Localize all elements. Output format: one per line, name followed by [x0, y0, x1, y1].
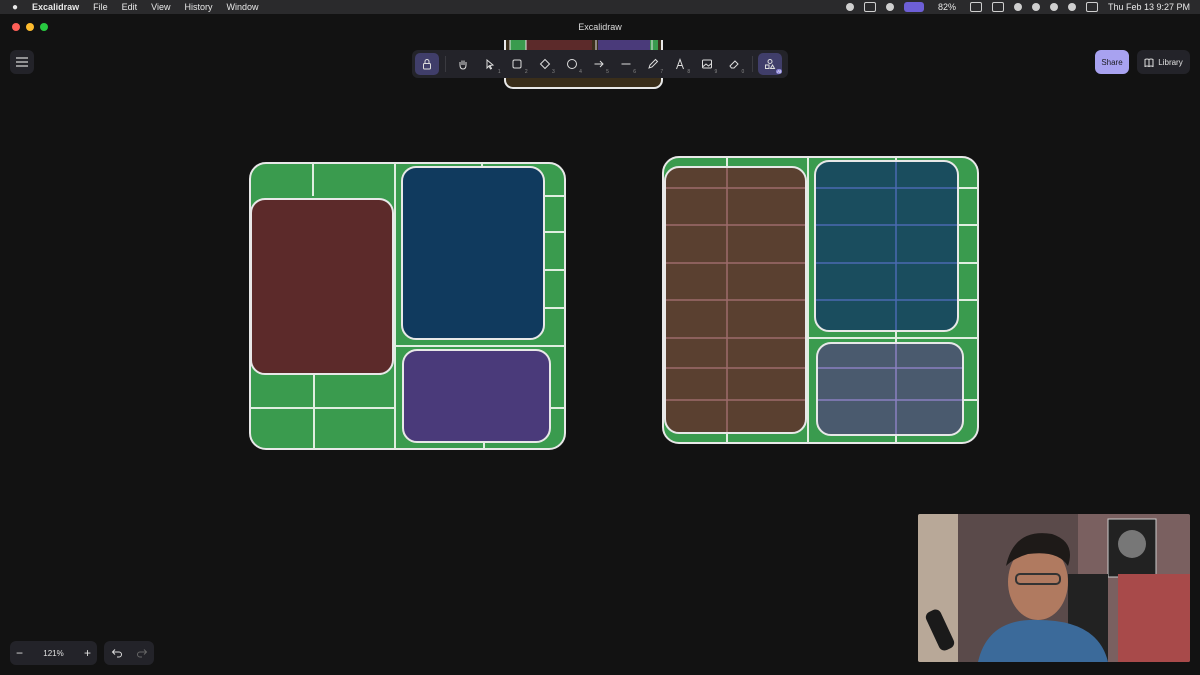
sync-icon[interactable] — [885, 3, 894, 11]
tool-lock[interactable] — [415, 53, 440, 75]
toolbar-separator — [751, 56, 753, 72]
pencil-icon — [648, 58, 659, 69]
tool-hand[interactable] — [451, 53, 475, 75]
menu-window[interactable]: Window — [226, 2, 258, 12]
display-icon[interactable] — [991, 2, 1004, 12]
user-icon[interactable] — [1049, 3, 1058, 11]
tool-arrow[interactable]: 5 — [586, 53, 610, 75]
redo-icon[interactable] — [136, 648, 148, 658]
ai-shapes-icon — [765, 59, 776, 69]
maroon-block — [250, 198, 394, 375]
webcam-video-image — [918, 514, 1190, 662]
slate-block — [816, 342, 964, 436]
navy-block — [401, 166, 545, 340]
toolbar-separator — [445, 56, 447, 72]
tool-rectangle[interactable]: 2 — [505, 53, 529, 75]
tool-ellipse[interactable]: 4 — [559, 53, 583, 75]
battery-percent: 82% — [937, 2, 956, 12]
tool-text[interactable]: 8 — [668, 53, 692, 75]
line-icon — [621, 63, 631, 65]
library-button[interactable]: Library — [1137, 50, 1190, 74]
clock[interactable]: Thu Feb 13 9:27 PM — [1108, 2, 1190, 12]
left-layout-group[interactable] — [249, 162, 566, 450]
diamond-icon — [539, 58, 550, 70]
menu-edit[interactable]: Edit — [122, 2, 138, 12]
lock-icon — [423, 59, 432, 70]
menu-history[interactable]: History — [184, 2, 212, 12]
status-icon[interactable] — [845, 3, 854, 11]
history-controls — [104, 641, 154, 665]
text-icon — [675, 58, 684, 70]
right-layout-group[interactable] — [662, 156, 979, 444]
zoom-out-button[interactable]: − — [16, 647, 23, 659]
book-icon — [1144, 58, 1154, 67]
zoom-in-button[interactable]: + — [84, 647, 91, 659]
share-button[interactable]: Share — [1095, 50, 1129, 74]
bluetooth-icon[interactable] — [1031, 3, 1040, 11]
menu-view[interactable]: View — [151, 2, 170, 12]
tool-diamond[interactable]: 3 — [532, 53, 556, 75]
hand-icon — [459, 60, 467, 70]
ellipse-icon — [566, 59, 577, 69]
webcam-overlay — [918, 514, 1190, 662]
zoom-level[interactable]: 121% — [43, 649, 63, 658]
control-center-icon[interactable] — [1085, 2, 1098, 12]
wifi-icon[interactable] — [1067, 3, 1076, 11]
eraser-icon — [729, 60, 739, 69]
tool-image[interactable]: 9 — [695, 53, 719, 75]
arrow-icon — [594, 60, 604, 68]
tool-eraser[interactable]: 0 — [722, 53, 746, 75]
undo-icon[interactable] — [111, 648, 123, 658]
screen-record-icon[interactable] — [903, 2, 924, 12]
zoom-controls: − 121% + — [10, 641, 97, 665]
hamburger-icon — [16, 57, 28, 67]
shape-toolbar: 1 2 3 4 5 6 7 8 9 0 AI — [412, 50, 788, 78]
image-icon — [702, 59, 712, 69]
battery-icon[interactable] — [969, 2, 982, 12]
mac-menubar: ● Excalidraw File Edit View History Wind… — [0, 0, 1200, 14]
rectangle-icon — [512, 59, 522, 69]
main-menu-button[interactable] — [10, 50, 34, 74]
apple-icon[interactable]: ● — [12, 2, 18, 13]
library-label: Library — [1158, 57, 1183, 67]
menu-file[interactable]: File — [93, 2, 108, 12]
app-menu[interactable]: Excalidraw — [32, 2, 79, 12]
window-titlebar: Excalidraw — [0, 14, 1200, 40]
teal-block — [814, 160, 959, 332]
purple-block — [402, 349, 551, 443]
tool-ai-shapes[interactable]: AI — [757, 53, 783, 75]
volume-icon[interactable] — [1013, 3, 1022, 11]
ai-badge: AI — [776, 69, 783, 74]
tool-line[interactable]: 6 — [614, 53, 638, 75]
tool-pencil[interactable]: 7 — [641, 53, 665, 75]
cloud-icon[interactable] — [863, 2, 876, 12]
window-title: Excalidraw — [578, 22, 622, 32]
selection-icon — [486, 58, 495, 70]
tool-selection[interactable]: 1 — [478, 53, 502, 75]
